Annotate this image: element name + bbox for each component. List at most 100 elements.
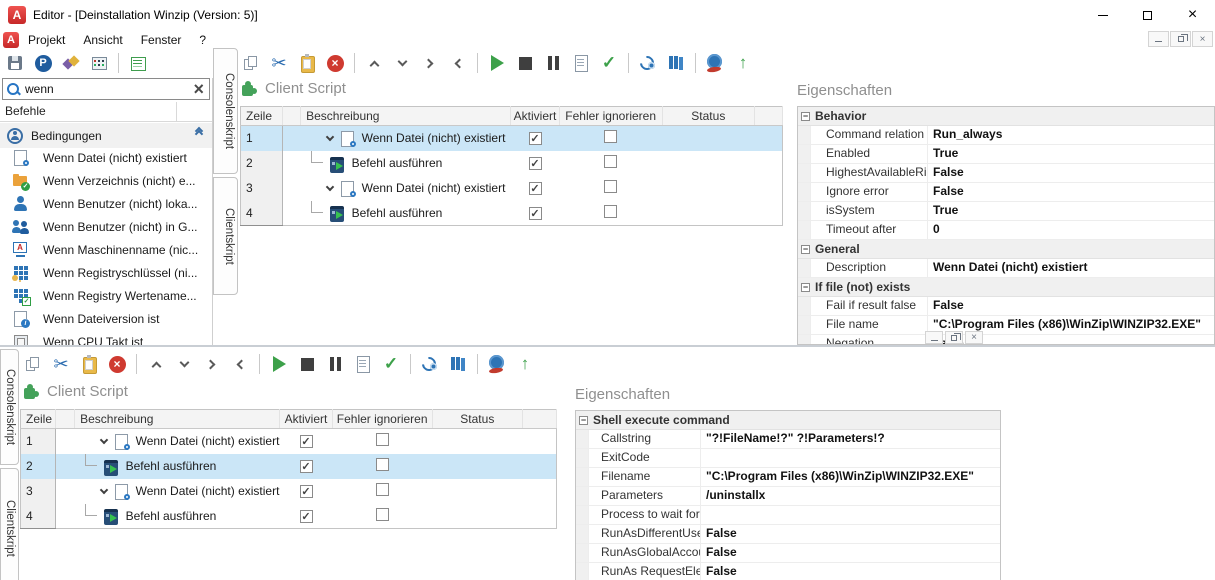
column-splitter[interactable]: [176, 102, 177, 121]
fehler-checkbox[interactable]: [604, 180, 617, 193]
history-icon[interactable]: [419, 352, 441, 376]
mdi-minimize-button[interactable]: [1148, 31, 1169, 47]
script-row[interactable]: 4Befehl ausführen✓: [21, 504, 557, 529]
forms-icon[interactable]: [127, 51, 149, 75]
expand-chevron-icon[interactable]: [325, 182, 333, 190]
property-section[interactable]: −Shell execute command: [576, 411, 1000, 430]
property-row[interactable]: Filename"C:\Program Files (x86)\WinZip\W…: [576, 468, 1000, 487]
paste-icon[interactable]: [296, 51, 318, 75]
expand-chevron-icon[interactable]: [99, 485, 107, 493]
collapse-icon[interactable]: −: [801, 283, 810, 292]
sidebar-item[interactable]: iWenn Dateiversion ist: [0, 307, 212, 330]
pane-restore-button[interactable]: [945, 331, 963, 344]
stop-icon[interactable]: [514, 51, 536, 75]
run-icon[interactable]: [486, 51, 508, 75]
mdi-restore-button[interactable]: [1170, 31, 1191, 47]
property-row[interactable]: EnabledTrue: [798, 145, 1214, 164]
property-value[interactable]: False: [928, 183, 1214, 201]
fehler-checkbox[interactable]: [604, 205, 617, 218]
collapse-icon[interactable]: −: [579, 416, 588, 425]
sidebar-item[interactable]: Wenn Benutzer (nicht) in G...: [0, 215, 212, 238]
property-section[interactable]: −General: [798, 240, 1214, 259]
clear-search-icon[interactable]: ×: [193, 80, 204, 98]
property-row[interactable]: Ignore errorFalse: [798, 183, 1214, 202]
script-row[interactable]: 4Befehl ausführen✓: [241, 201, 783, 226]
copy-icon[interactable]: [240, 51, 262, 75]
history-icon[interactable]: [637, 51, 659, 75]
fehler-checkbox[interactable]: [376, 483, 389, 496]
property-value[interactable]: False: [928, 297, 1214, 315]
menu-fenster[interactable]: Fenster: [132, 33, 191, 47]
sidebar-item[interactable]: Wenn Benutzer (nicht) loka...: [0, 192, 212, 215]
property-row[interactable]: Process to wait for: [576, 506, 1000, 525]
chev-down-icon[interactable]: [173, 352, 195, 376]
fehler-checkbox[interactable]: [604, 130, 617, 143]
chev-right-icon[interactable]: [419, 51, 441, 75]
property-value[interactable]: True: [928, 145, 1214, 163]
validate-icon[interactable]: ✓: [598, 51, 620, 75]
column-header-beschreibung[interactable]: Beschreibung: [301, 107, 511, 126]
script-row[interactable]: 3Wenn Datei (nicht) existiert✓: [241, 176, 783, 201]
expand-chevron-icon[interactable]: [325, 133, 333, 141]
upload-icon[interactable]: ↑: [732, 51, 754, 75]
property-value[interactable]: Wenn Datei (nicht) existiert: [928, 259, 1214, 277]
fehler-checkbox[interactable]: [376, 508, 389, 521]
column-header-aktiviert[interactable]: Aktiviert: [511, 107, 559, 126]
tab-consolenskript[interactable]: Consolenskript: [213, 48, 238, 174]
property-value[interactable]: 0: [928, 221, 1214, 239]
column-header-zeile[interactable]: Zeile: [21, 410, 56, 429]
script-row[interactable]: 3Wenn Datei (nicht) existiert✓: [21, 479, 557, 504]
column-header-fehler-ignorieren[interactable]: Fehler ignorieren: [332, 410, 432, 429]
property-value[interactable]: False: [701, 544, 1000, 562]
property-value[interactable]: [701, 449, 1000, 467]
sidebar-item[interactable]: Wenn Registryschlüssel (ni...: [0, 261, 212, 284]
log-icon[interactable]: [352, 352, 374, 376]
property-row[interactable]: Command relationRun_always: [798, 126, 1214, 145]
cut-icon[interactable]: ✂: [50, 352, 72, 376]
column-header-status[interactable]: Status: [662, 107, 754, 126]
property-row[interactable]: HighestAvailableRighFalse: [798, 164, 1214, 183]
script-row[interactable]: 2Befehl ausführen✓: [21, 454, 557, 479]
expand-chevron-icon[interactable]: [99, 436, 107, 444]
aktiviert-checkbox[interactable]: ✓: [529, 207, 542, 220]
log-icon[interactable]: [570, 51, 592, 75]
library-icon[interactable]: [665, 51, 687, 75]
run-icon[interactable]: [268, 352, 290, 376]
column-header-beschreibung[interactable]: Beschreibung: [75, 410, 280, 429]
script-row[interactable]: 1Wenn Datei (nicht) existiert✓: [241, 126, 783, 151]
property-row[interactable]: isSystemTrue: [798, 202, 1214, 221]
close-button[interactable]: ×: [1170, 0, 1215, 30]
chev-left-icon[interactable]: [447, 51, 469, 75]
bedingungen-section-header[interactable]: Bedingungen: [0, 123, 212, 148]
cut-icon[interactable]: ✂: [268, 51, 290, 75]
sidebar-item[interactable]: Wenn CPU Takt ist: [0, 330, 212, 345]
script-row[interactable]: 2Befehl ausführen✓: [241, 151, 783, 176]
script-row[interactable]: 1Wenn Datei (nicht) existiert✓: [21, 429, 557, 454]
property-row[interactable]: File name"C:\Program Files (x86)\WinZip\…: [798, 316, 1214, 335]
property-value[interactable]: False: [701, 525, 1000, 543]
property-value[interactable]: "C:\Program Files (x86)\WinZip\WINZIP32.…: [701, 468, 1000, 486]
stop-icon[interactable]: [296, 352, 318, 376]
web-icon[interactable]: [704, 51, 726, 75]
chev-right-icon[interactable]: [201, 352, 223, 376]
tab-clientskript[interactable]: Clientskript: [213, 177, 238, 295]
property-value[interactable]: "?!FileName!?" ?!Parameters!?: [701, 430, 1000, 448]
property-value[interactable]: False: [928, 164, 1214, 182]
sidebar-item[interactable]: ✓Wenn Registry Wertename...: [0, 284, 212, 307]
property-value[interactable]: [701, 506, 1000, 524]
property-row[interactable]: NegationFalse: [798, 335, 1214, 345]
property-value[interactable]: /uninstallx: [701, 487, 1000, 505]
aktiviert-checkbox[interactable]: ✓: [529, 182, 542, 195]
aktiviert-checkbox[interactable]: ✓: [529, 157, 542, 170]
column-header-aktiviert[interactable]: Aktiviert: [280, 410, 332, 429]
fehler-checkbox[interactable]: [604, 155, 617, 168]
parameters-icon[interactable]: P: [32, 51, 54, 75]
column-header-fehler-ignorieren[interactable]: Fehler ignorieren: [559, 107, 662, 126]
collapse-icon[interactable]: −: [801, 245, 810, 254]
pane-minimize-button[interactable]: [925, 331, 943, 344]
pause-icon[interactable]: [542, 51, 564, 75]
aktiviert-checkbox[interactable]: ✓: [300, 435, 313, 448]
column-header-status[interactable]: Status: [432, 410, 522, 429]
aktiviert-checkbox[interactable]: ✓: [300, 510, 313, 523]
column-header-zeile[interactable]: Zeile: [241, 107, 283, 126]
